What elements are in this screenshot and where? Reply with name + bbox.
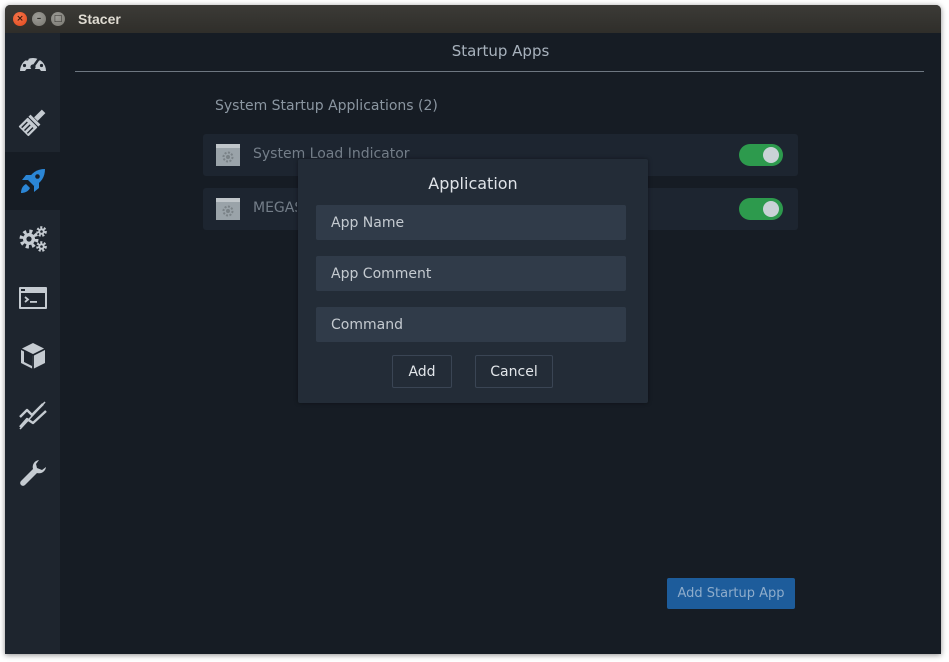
sidebar-item-settings[interactable] xyxy=(5,444,60,502)
sidebar-item-uninstaller[interactable] xyxy=(5,327,60,385)
maximize-icon: □ xyxy=(53,13,63,24)
page-title: Startup Apps xyxy=(451,42,550,60)
app-name-input[interactable] xyxy=(316,205,626,240)
uninstaller-package-icon xyxy=(20,343,45,369)
sidebar-item-services[interactable] xyxy=(5,210,60,268)
app-settings-icon xyxy=(216,144,240,166)
stacer-window: × – □ Stacer Startup Apps System Startup… xyxy=(5,5,941,654)
sidebar-item-system-cleaner[interactable] xyxy=(5,93,60,151)
command-input[interactable] xyxy=(316,307,626,342)
window-title: Stacer xyxy=(78,11,121,27)
section-title: System Startup Applications (2) xyxy=(215,98,438,114)
minimize-icon: – xyxy=(36,13,42,24)
maximize-window-button[interactable]: □ xyxy=(51,12,65,26)
app-enabled-toggle[interactable] xyxy=(739,144,783,166)
startup-apps-rocket-icon xyxy=(20,169,45,193)
cancel-button[interactable]: Cancel xyxy=(475,355,553,388)
resources-chart-icon xyxy=(18,401,47,430)
sidebar-item-resources[interactable] xyxy=(5,386,60,444)
toggle-knob xyxy=(763,147,779,163)
minimize-window-button[interactable]: – xyxy=(32,12,46,26)
sidebar xyxy=(5,33,60,654)
toggle-knob xyxy=(763,201,779,217)
title-bar: × – □ Stacer xyxy=(5,5,941,33)
sidebar-item-processes[interactable] xyxy=(5,269,60,327)
dialog-title: Application xyxy=(428,174,518,193)
sidebar-item-dashboard[interactable] xyxy=(5,35,60,93)
processes-terminal-icon xyxy=(18,287,47,309)
app-settings-icon xyxy=(216,198,240,220)
system-cleaner-broom-icon xyxy=(18,109,45,137)
close-window-button[interactable]: × xyxy=(13,12,27,26)
app-enabled-toggle[interactable] xyxy=(739,198,783,220)
add-startup-app-button[interactable]: Add Startup App xyxy=(667,578,795,609)
close-icon: × xyxy=(16,13,24,24)
services-gears-icon xyxy=(19,226,47,252)
app-comment-input[interactable] xyxy=(316,256,626,291)
settings-wrench-icon xyxy=(19,460,46,486)
application-dialog: Application Add Cancel xyxy=(298,159,648,403)
dashboard-gauge-icon xyxy=(19,54,46,71)
add-button[interactable]: Add xyxy=(392,355,452,388)
title-divider xyxy=(75,71,924,72)
sidebar-item-startup-apps[interactable] xyxy=(5,152,60,210)
app-name: MEGASync xyxy=(253,200,297,216)
